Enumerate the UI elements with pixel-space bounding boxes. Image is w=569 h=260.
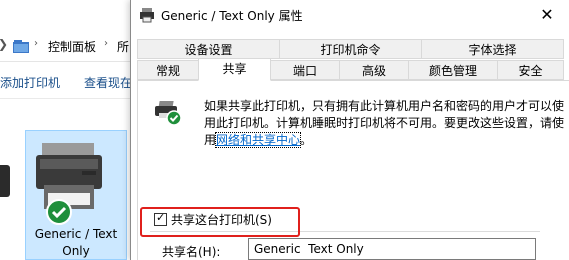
shared-printer-icon (154, 99, 184, 130)
breadcrumb-next[interactable]: 所 (117, 38, 129, 55)
sharing-description-tail: 。 (300, 133, 313, 147)
tab-ports[interactable]: 端口 (270, 60, 340, 80)
annotation-highlight-box (140, 207, 300, 237)
shared-check-icon (46, 199, 72, 228)
breadcrumb-control-panel[interactable]: 控制面板 (48, 38, 96, 55)
address-bar[interactable]: ❯ › 控制面板 › 所 (0, 31, 130, 62)
tab-sharing[interactable]: 共享 (198, 58, 271, 81)
breadcrumb-separator-icon: › (104, 38, 108, 49)
printer-item-selected[interactable]: Generic / Text Only (25, 130, 127, 260)
folder-icon (13, 39, 29, 56)
dialog-title: Generic / Text Only 属性 (161, 9, 303, 23)
sharing-description: 如果共享此打印机，只有拥有此计算机用户名和密码的用户才可以使用此打印机。计算机睡… (204, 98, 564, 149)
add-printer-command[interactable]: 添加打印机 (0, 74, 60, 91)
see-whats-printing-command[interactable]: 查看现在 (84, 74, 132, 91)
share-name-label: 共享名(H): (162, 245, 221, 259)
tab-device-settings[interactable]: 设备设置 (137, 39, 280, 59)
explorer-command-bar: 添加打印机 查看现在 (0, 64, 132, 99)
tab-color-management[interactable]: 颜色管理 (408, 60, 498, 80)
tab-advanced[interactable]: 高级 (339, 60, 409, 80)
breadcrumb-separator-icon: › (34, 38, 38, 49)
share-name-input[interactable] (248, 238, 536, 260)
adjacent-printer-icon[interactable] (0, 165, 10, 197)
dialog-titlebar[interactable]: Generic / Text Only 属性 ✕ (131, 0, 569, 30)
back-arrow-icon[interactable]: ❯ (0, 37, 8, 51)
printer-name-label: Generic / Text Only (34, 227, 118, 258)
tab-security[interactable]: 安全 (497, 60, 564, 80)
network-sharing-center-link[interactable]: 网络和共享中心 (215, 132, 302, 148)
printer-small-icon (139, 7, 155, 26)
tab-font-selection[interactable]: 字体选择 (421, 39, 564, 59)
tab-general[interactable]: 常规 (137, 60, 199, 80)
tab-printer-commands[interactable]: 打印机命令 (279, 39, 422, 59)
close-button[interactable]: ✕ (524, 0, 569, 30)
